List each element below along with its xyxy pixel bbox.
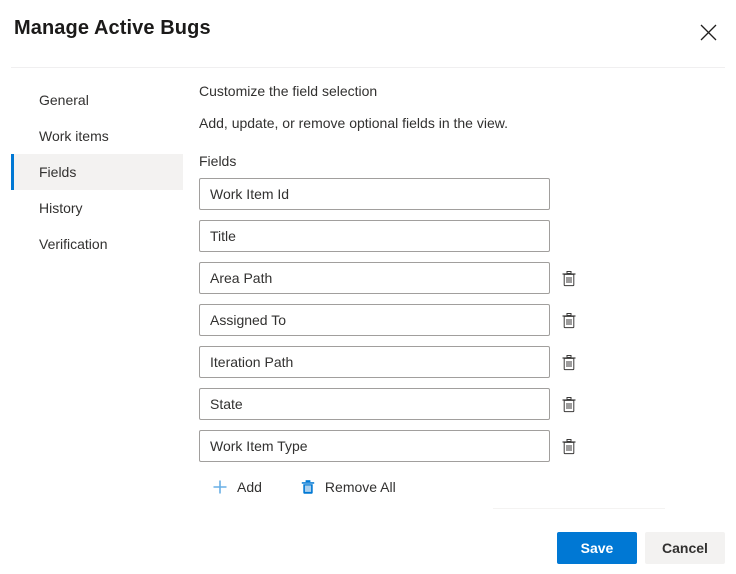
sidebar-item-verification[interactable]: Verification xyxy=(11,226,183,262)
sidebar-item-history[interactable]: History xyxy=(11,190,183,226)
fields-label: Fields xyxy=(199,153,237,169)
sidebar-item-label: General xyxy=(39,92,89,108)
field-row xyxy=(199,388,599,420)
dialog-footer: Save Cancel xyxy=(0,516,736,574)
fields-command-bar: Add Remove All xyxy=(204,472,404,502)
save-button[interactable]: Save xyxy=(557,532,637,564)
trash-icon xyxy=(561,312,577,329)
field-input-work-item-type[interactable] xyxy=(199,430,550,462)
footer-actions: Save Cancel xyxy=(557,532,725,564)
close-icon xyxy=(700,24,717,41)
delete-field-button[interactable] xyxy=(557,350,581,374)
section-subtext: Add, update, or remove optional fields i… xyxy=(199,115,508,131)
plus-icon xyxy=(212,479,228,495)
field-row xyxy=(199,178,599,210)
section-heading: Customize the field selection xyxy=(199,83,378,99)
field-row xyxy=(199,220,599,252)
sidebar-item-work-items[interactable]: Work items xyxy=(11,118,183,154)
sidebar-item-label: Fields xyxy=(39,164,77,180)
trash-icon xyxy=(300,479,316,495)
add-field-button[interactable]: Add xyxy=(204,472,270,502)
sidebar-item-fields[interactable]: Fields xyxy=(11,154,183,190)
field-row xyxy=(199,304,599,336)
field-input-iteration-path[interactable] xyxy=(199,346,550,378)
field-row xyxy=(199,346,599,378)
fields-list xyxy=(199,178,599,472)
delete-field-button[interactable] xyxy=(557,266,581,290)
delete-field-button[interactable] xyxy=(557,392,581,416)
trash-icon xyxy=(561,270,577,287)
content-divider xyxy=(493,508,665,509)
dialog-header: Manage Active Bugs xyxy=(0,0,736,68)
field-row xyxy=(199,430,599,462)
sidebar-navigation: General Work items Fields History Verifi… xyxy=(11,82,183,262)
delete-field-button[interactable] xyxy=(557,434,581,458)
field-row xyxy=(199,262,599,294)
sidebar-item-general[interactable]: General xyxy=(11,82,183,118)
delete-field-button[interactable] xyxy=(557,308,581,332)
add-field-label: Add xyxy=(237,479,262,495)
sidebar-item-label: Verification xyxy=(39,236,108,252)
dialog-body: General Work items Fields History Verifi… xyxy=(0,68,736,516)
close-button[interactable] xyxy=(692,16,724,48)
field-input-work-item-id[interactable] xyxy=(199,178,550,210)
sidebar-item-label: Work items xyxy=(39,128,109,144)
cancel-button[interactable]: Cancel xyxy=(645,532,725,564)
field-input-state[interactable] xyxy=(199,388,550,420)
remove-all-fields-label: Remove All xyxy=(324,479,396,495)
page-title: Manage Active Bugs xyxy=(14,17,211,39)
sidebar-item-label: History xyxy=(39,200,83,216)
trash-icon xyxy=(561,438,577,455)
trash-icon xyxy=(561,396,577,413)
remove-all-fields-button[interactable]: Remove All xyxy=(292,472,404,502)
field-input-title[interactable] xyxy=(199,220,550,252)
field-input-assigned-to[interactable] xyxy=(199,304,550,336)
field-input-area-path[interactable] xyxy=(199,262,550,294)
trash-icon xyxy=(561,354,577,371)
